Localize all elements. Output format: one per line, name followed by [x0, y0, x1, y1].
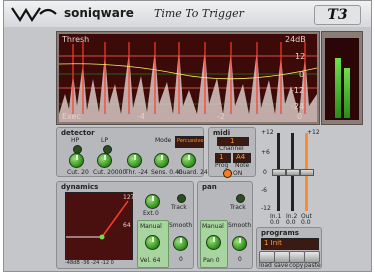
fader-scale-0: 0 [263, 169, 267, 176]
fader-scale-minus6: -6 [261, 187, 267, 194]
meter-bar-right [344, 68, 350, 118]
ext-knob[interactable] [145, 194, 160, 209]
save-label: save [274, 262, 289, 269]
midi-panel: midi 1 Channel 1 A4 Prog Note ON [208, 127, 256, 178]
display-mark-minus2: -2 [217, 112, 225, 121]
pan-manual-group: Manual Pan 0 [200, 220, 228, 268]
hp-cutoff-knob[interactable] [69, 153, 84, 168]
dynamics-track-led[interactable] [177, 194, 186, 203]
velocity-value: Vel. 64 [140, 257, 161, 264]
guard-value: Guard. 24 [178, 169, 208, 176]
mode-value: Percussive [177, 138, 204, 144]
pan-smooth-knob[interactable] [232, 236, 247, 251]
pan-track-label: Track [230, 204, 246, 211]
detector-panel: detector HP LP Mode Percussive Cut. 20 C… [56, 127, 208, 177]
output-meter-frame [321, 31, 363, 125]
fader-scale-plus6: +6 [261, 149, 270, 156]
soniqware-logo-icon [11, 7, 57, 23]
copy-label: copy [289, 262, 304, 269]
midi-on-label: ON [233, 170, 243, 177]
input2-value: 0.0 [286, 219, 296, 226]
paste-label: paste [304, 262, 321, 269]
mode-label: Mode [155, 137, 172, 144]
threshold-value: Thr. -24 [125, 169, 148, 176]
lp-label: LP [101, 137, 108, 144]
velocity-knob[interactable] [145, 235, 160, 250]
hp-cutoff-value: Cut. 20 [67, 169, 89, 176]
graph-axis-label: -48dB -36 -24 -12 0 [65, 260, 114, 266]
load-label: load [259, 262, 272, 269]
dynamics-smooth-knob[interactable] [173, 236, 188, 251]
note-label: Note [235, 162, 250, 169]
fader-scale-plus12-left: +12 [261, 129, 274, 136]
waveform-graph [59, 42, 317, 122]
note-value: A4 [236, 153, 246, 161]
dynamics-track-label: Track [171, 204, 187, 211]
meter-bar-left [335, 58, 341, 118]
display-scale-24db: 24dB [285, 35, 306, 44]
guard-knob[interactable] [181, 153, 196, 168]
midi-on-led[interactable] [223, 169, 232, 178]
mode-select[interactable]: Percussive [175, 136, 204, 148]
brand-name: soniqware [64, 6, 134, 20]
threshold-knob[interactable] [127, 153, 142, 168]
ext-label: Ext. [143, 210, 155, 217]
display-scale-minus24: -24 [291, 102, 305, 111]
dynamics-panel: dynamics 127 64 -48dB -36 -24 -12 0 Ext.… [56, 181, 194, 269]
dynamics-manual-group: Manual Vel. 64 [137, 220, 169, 268]
channel-value: 1 [230, 137, 235, 145]
display-mark-minus4: -4 [137, 112, 145, 121]
input2-fader-handle[interactable] [286, 169, 300, 176]
waveform-display-frame: Thresh 24dB 12 0 -12 -24 Exec -4 -2 0 [56, 31, 320, 125]
dynamics-title: dynamics [61, 183, 99, 191]
pan-smooth-label: Smooth [228, 222, 252, 229]
pan-knob[interactable] [206, 235, 221, 250]
display-exec-label: Exec [62, 112, 81, 121]
hp-label: HP [71, 137, 80, 144]
programs-panel: programs 1 Init load save copy paste [256, 227, 322, 269]
fader-section: +12 +12 +6 0 -6 -12 In.1 In.2 Out 0.0 0.… [259, 127, 323, 226]
dynamics-manual-label: Manual [140, 223, 162, 230]
plugin-title: Time To Trigger [154, 7, 244, 20]
fader-scale-plus12-right: +12 [307, 129, 320, 136]
midi-title: midi [213, 129, 231, 137]
output-value: 0.0 [301, 219, 311, 226]
input1-fader-handle[interactable] [272, 169, 286, 176]
display-threshold-label: Thresh [62, 35, 90, 44]
output-meter [325, 38, 359, 120]
plugin-window: soniqware Time To Trigger T3 Thresh 24dB… [3, 0, 372, 272]
prog-label: Prog [215, 162, 229, 169]
display-scale-0: 0 [299, 70, 305, 79]
channel-label: Channel [219, 145, 244, 152]
dynamics-smooth-label: Smooth [169, 222, 193, 229]
graph-top-label: 127 [123, 194, 135, 201]
programs-title: programs [261, 229, 299, 237]
detector-title: detector [61, 129, 95, 137]
display-scale-12: 12 [295, 52, 306, 61]
display-mark-0: 0 [297, 112, 303, 121]
lp-cutoff-value: Cut. 20000 [93, 169, 127, 176]
pan-manual-label: Manual [202, 223, 224, 230]
fader-scale-minus12: -12 [261, 205, 271, 212]
program-selector[interactable]: 1 Init [261, 238, 319, 250]
output-fader-handle[interactable] [300, 169, 314, 176]
dynamics-smooth-value: 0 [179, 256, 183, 263]
pan-track-led[interactable] [236, 194, 245, 203]
input1-value: 0.0 [270, 219, 280, 226]
pan-value: Pan 0 [203, 257, 220, 264]
waveform-display[interactable]: Thresh 24dB 12 0 -12 -24 Exec -4 -2 0 [59, 34, 317, 122]
header: soniqware Time To Trigger T3 [4, 1, 371, 27]
lp-cutoff-knob[interactable] [97, 153, 112, 168]
pan-smooth-value: 0 [238, 256, 242, 263]
pan-panel: pan Track Manual Pan 0 Smooth 0 [197, 181, 253, 269]
ext-value: 0 [155, 210, 159, 217]
program-selected: 1 Init [264, 239, 282, 247]
display-scale-minus12: -12 [291, 86, 305, 95]
graph-mid-label: 64 [123, 222, 131, 229]
pan-title: pan [202, 183, 217, 191]
program-value: 1 [219, 153, 224, 161]
version-badge: T3 [314, 5, 361, 25]
sensitivity-knob[interactable] [154, 153, 169, 168]
